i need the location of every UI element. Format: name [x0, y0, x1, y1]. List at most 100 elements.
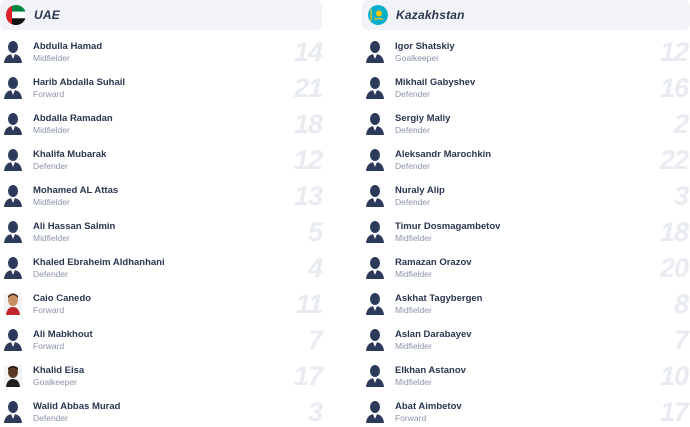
lineups-container: UAE Abdulla Hamad Midfielder 14 Harib Abdal…	[0, 0, 690, 427]
player-name[interactable]: Abdulla Hamad	[33, 41, 102, 53]
player-row[interactable]: Abat Aimbetov Forward 17	[362, 394, 690, 427]
player-row[interactable]: Mikhail Gabyshev Defender 16	[362, 70, 690, 106]
player-info: Abdulla Hamad Midfielder	[33, 41, 102, 64]
player-row[interactable]: Ali Hassan Salmin Midfielder 5	[0, 214, 323, 250]
player-name[interactable]: Askhat Tagybergen	[395, 293, 482, 305]
player-row[interactable]: Aleksandr Marochkin Defender 22	[362, 142, 690, 178]
player-row[interactable]: Sergiy Maliy Defender 2	[362, 106, 690, 142]
player-position: Forward	[395, 412, 427, 423]
player-row[interactable]: Khaled Ebraheim Aldhanhani Defender 4	[0, 250, 323, 286]
player-name[interactable]: Aslan Darabayev	[395, 329, 472, 341]
player-info: Abdalla Ramadan Midfielder	[33, 113, 113, 136]
jersey-number: 21	[293, 73, 323, 103]
player-placeholder-icon	[365, 39, 385, 65]
jersey-number: 16	[659, 73, 689, 103]
player-row[interactable]: Mohamed AL Attas Midfielder 13	[0, 178, 323, 214]
player-name[interactable]: Nuraly Alip	[395, 185, 445, 197]
player-position: Forward	[33, 88, 65, 99]
player-position: Defender	[395, 160, 430, 171]
player-name[interactable]: Abat Aimbetov	[395, 401, 462, 413]
player-placeholder-icon	[3, 75, 23, 101]
player-position: Goalkeeper	[395, 52, 439, 63]
jersey-number: 7	[307, 325, 323, 355]
player-row[interactable]: Khalifa Mubarak Defender 12	[0, 142, 323, 178]
player-row[interactable]: Khalid Eisa Goalkeeper 17	[0, 358, 323, 394]
player-position: Midfielder	[395, 376, 432, 387]
player-row[interactable]: Ramazan Orazov Midfielder 20	[362, 250, 690, 286]
player-name[interactable]: Harib Abdalla Suhail	[33, 77, 125, 89]
player-name[interactable]: Caio Canedo	[33, 293, 91, 305]
jersey-number: 3	[673, 181, 689, 211]
player-placeholder-icon	[365, 183, 385, 209]
jersey-number: 12	[293, 145, 323, 175]
team-column-uae: UAE Abdulla Hamad Midfielder 14 Harib Abdal…	[0, 0, 323, 427]
player-info: Caio Canedo Forward	[33, 293, 91, 316]
player-placeholder-icon	[3, 219, 23, 245]
player-name[interactable]: Ali Mabkhout	[33, 329, 93, 341]
player-info: Ali Mabkhout Forward	[33, 329, 93, 352]
player-row[interactable]: Elkhan Astanov Midfielder 10	[362, 358, 690, 394]
player-position: Midfielder	[33, 196, 70, 207]
player-row[interactable]: Harib Abdalla Suhail Forward 21	[0, 70, 323, 106]
team-name: Kazakhstan	[396, 8, 465, 22]
player-info: Timur Dosmagambetov Midfielder	[395, 221, 500, 244]
player-name[interactable]: Ali Hassan Salmin	[33, 221, 115, 233]
player-row[interactable]: Walid Abbas Murad Defender 3	[0, 394, 323, 427]
jersey-number: 2	[673, 109, 689, 139]
player-position: Defender	[33, 160, 68, 171]
player-list: Igor Shatskiy Goalkeeper 12 Mikhail Gabyshe…	[362, 34, 690, 427]
player-position: Forward	[33, 340, 65, 351]
player-name[interactable]: Igor Shatskiy	[395, 41, 455, 53]
player-placeholder-icon	[3, 399, 23, 425]
player-name[interactable]: Khalifa Mubarak	[33, 149, 106, 161]
jersey-number: 5	[307, 217, 323, 247]
player-placeholder-icon	[365, 399, 385, 425]
player-info: Ramazan Orazov Midfielder	[395, 257, 472, 280]
player-name[interactable]: Mikhail Gabyshev	[395, 77, 475, 89]
player-row[interactable]: Igor Shatskiy Goalkeeper 12	[362, 34, 690, 70]
player-row[interactable]: Timur Dosmagambetov Midfielder 18	[362, 214, 690, 250]
player-row[interactable]: Abdulla Hamad Midfielder 14	[0, 34, 323, 70]
player-name[interactable]: Abdalla Ramadan	[33, 113, 113, 125]
player-placeholder-icon	[365, 219, 385, 245]
kazakhstan-flag-icon	[368, 5, 388, 25]
player-name[interactable]: Mohamed AL Attas	[33, 185, 118, 197]
player-placeholder-icon	[365, 327, 385, 353]
player-name[interactable]: Khalid Eisa	[33, 365, 84, 377]
player-row[interactable]: Askhat Tagybergen Midfielder 8	[362, 286, 690, 322]
jersey-number: 12	[659, 37, 689, 67]
player-info: Harib Abdalla Suhail Forward	[33, 77, 125, 100]
player-name[interactable]: Timur Dosmagambetov	[395, 221, 500, 233]
player-row[interactable]: Abdalla Ramadan Midfielder 18	[0, 106, 323, 142]
player-position: Defender	[395, 124, 430, 135]
player-position: Defender	[395, 88, 430, 99]
player-name[interactable]: Elkhan Astanov	[395, 365, 466, 377]
team-header[interactable]: Kazakhstan	[362, 0, 690, 30]
player-placeholder-icon	[3, 183, 23, 209]
player-position: Defender	[395, 196, 430, 207]
player-name[interactable]: Aleksandr Marochkin	[395, 149, 491, 161]
player-placeholder-icon	[3, 111, 23, 137]
player-placeholder-icon	[3, 255, 23, 281]
jersey-number: 8	[673, 289, 689, 319]
player-name[interactable]: Walid Abbas Murad	[33, 401, 120, 413]
player-row[interactable]: Caio Canedo Forward 11	[0, 286, 323, 322]
player-info: Walid Abbas Murad Defender	[33, 401, 120, 424]
jersey-number: 18	[293, 109, 323, 139]
player-list: Abdulla Hamad Midfielder 14 Harib Abdalla S…	[0, 34, 323, 427]
player-position: Midfielder	[33, 124, 70, 135]
player-info: Ali Hassan Salmin Midfielder	[33, 221, 115, 244]
player-info: Mohamed AL Attas Midfielder	[33, 185, 118, 208]
player-placeholder-icon	[3, 327, 23, 353]
player-info: Elkhan Astanov Midfielder	[395, 365, 466, 388]
player-row[interactable]: Aslan Darabayev Midfielder 7	[362, 322, 690, 358]
player-name[interactable]: Ramazan Orazov	[395, 257, 472, 269]
jersey-number: 13	[293, 181, 323, 211]
player-name[interactable]: Khaled Ebraheim Aldhanhani	[33, 257, 165, 269]
player-placeholder-icon	[365, 291, 385, 317]
team-header[interactable]: UAE	[0, 0, 322, 30]
player-row[interactable]: Ali Mabkhout Forward 7	[0, 322, 323, 358]
player-name[interactable]: Sergiy Maliy	[395, 113, 450, 125]
player-row[interactable]: Nuraly Alip Defender 3	[362, 178, 690, 214]
player-position: Midfielder	[33, 52, 70, 63]
